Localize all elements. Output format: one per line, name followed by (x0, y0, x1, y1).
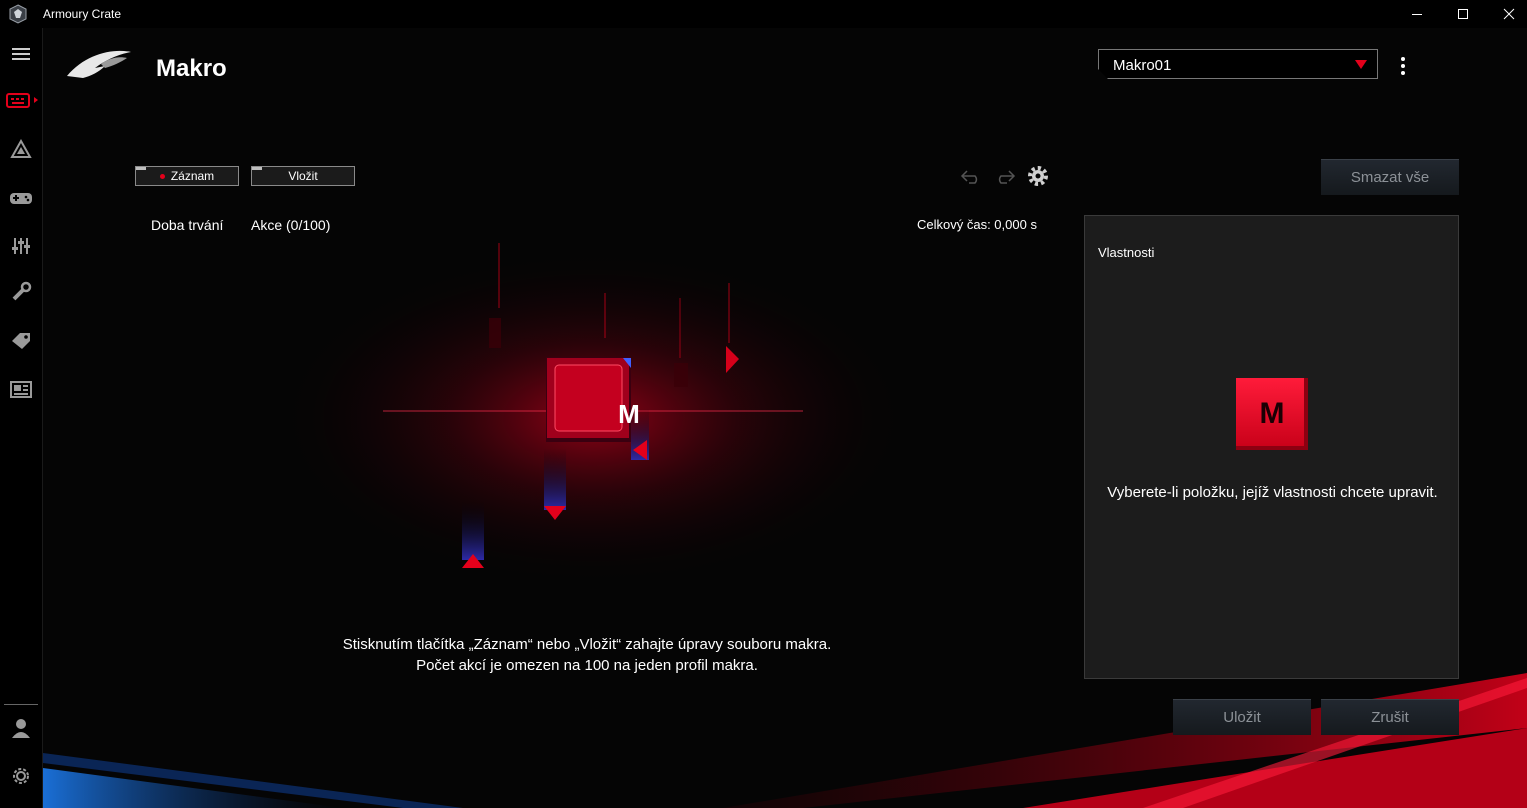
sliders-icon (12, 238, 30, 254)
more-options-button[interactable] (1395, 53, 1411, 77)
more-options-icon-dot (1401, 64, 1405, 68)
redo-icon (998, 170, 1016, 184)
rog-logo (65, 46, 133, 87)
save-button[interactable]: Uložit (1173, 699, 1311, 735)
maximize-icon (1458, 9, 1468, 19)
profile-dropdown-value: Makro01 (1113, 57, 1172, 74)
macro-key-letter: M (618, 399, 640, 429)
app-title: Armoury Crate (43, 7, 122, 21)
properties-panel: Vlastnosti M Vyberete-li položku, jejíž … (1084, 215, 1459, 679)
macro-key-icon-letter: M (1259, 397, 1285, 430)
close-button[interactable] (1486, 0, 1527, 28)
main-area: M Makro Makro01 Záznam Vložit Smazat vše… (43, 28, 1527, 808)
news-icon (10, 381, 32, 398)
sidebar-item-settings[interactable] (0, 758, 42, 794)
record-dot-icon (159, 173, 165, 179)
app-logo-icon (8, 4, 28, 24)
settings-gear-icon (13, 768, 29, 784)
sidebar-item-news[interactable] (0, 371, 42, 407)
save-button-label: Uložit (1223, 708, 1261, 726)
cancel-button[interactable]: Zrušit (1321, 699, 1459, 735)
hamburger-menu-icon (12, 48, 30, 60)
insert-button[interactable]: Vložit (251, 166, 355, 186)
minimize-icon (1412, 14, 1422, 15)
insert-button-label: Vložit (288, 169, 318, 183)
hint-line-1: Stisknutím tlačítka „Záznam“ nebo „Vloži… (342, 636, 832, 653)
maximize-button[interactable] (1440, 0, 1486, 28)
gamepad-icon (10, 193, 32, 204)
aura-triangle-icon (10, 139, 32, 158)
tag-icon (12, 333, 30, 349)
sidebar-divider (4, 704, 38, 705)
sidebar-item-aura[interactable] (0, 131, 42, 167)
actions-column-header: Akce (0/100) (251, 217, 331, 233)
hint-line-2: Počet akcí je omezen na 100 na jeden pro… (416, 657, 758, 674)
delete-all-label: Smazat vše (1350, 168, 1430, 186)
record-button-label: Záznam (170, 169, 215, 183)
title-bar: Armoury Crate (0, 0, 1527, 28)
delete-all-button[interactable]: Smazat vše (1321, 159, 1459, 195)
record-button[interactable]: Záznam (135, 166, 239, 186)
sidebar-item-keyboard[interactable] (0, 82, 42, 118)
macro-empty-hint: Stisknutím tlačítka „Záznam“ nebo „Vloži… (287, 634, 887, 676)
minimize-button[interactable] (1394, 0, 1440, 28)
gear-icon (1028, 166, 1048, 186)
undo-button[interactable] (959, 167, 983, 190)
keyboard-icon (6, 93, 38, 108)
undo-icon (960, 170, 978, 184)
sidebar-menu-button[interactable] (0, 36, 42, 72)
total-time: Celkový čas: 0,000 s (917, 217, 1037, 232)
more-options-icon-dot (1401, 71, 1405, 75)
profile-dropdown[interactable]: Makro01 (1098, 49, 1378, 79)
cancel-button-label: Zrušit (1371, 708, 1409, 726)
redo-button[interactable] (993, 167, 1017, 190)
duration-column-header: Doba trvání (151, 217, 224, 233)
close-icon (1503, 8, 1515, 20)
properties-title: Vlastnosti (1098, 245, 1155, 260)
rog-eye-logo-icon (67, 50, 131, 78)
sidebar-item-sliders[interactable] (0, 228, 42, 264)
sidebar-item-gamevisual[interactable] (0, 180, 42, 216)
macro-key-icon: M (1236, 378, 1308, 450)
sidebar-item-user[interactable] (0, 710, 42, 746)
macro-settings-button[interactable] (1027, 165, 1049, 192)
page-title: Makro (156, 55, 227, 82)
sidebar (0, 28, 43, 808)
sidebar-item-deals[interactable] (0, 323, 42, 359)
user-icon (12, 719, 30, 738)
more-options-icon (1401, 57, 1405, 61)
properties-hint: Vyberete-li položku, jejíž vlastnosti ch… (1107, 484, 1438, 501)
dropdown-arrow-icon (1355, 60, 1367, 69)
wrench-icon (12, 281, 32, 301)
sidebar-item-tools[interactable] (0, 274, 42, 310)
